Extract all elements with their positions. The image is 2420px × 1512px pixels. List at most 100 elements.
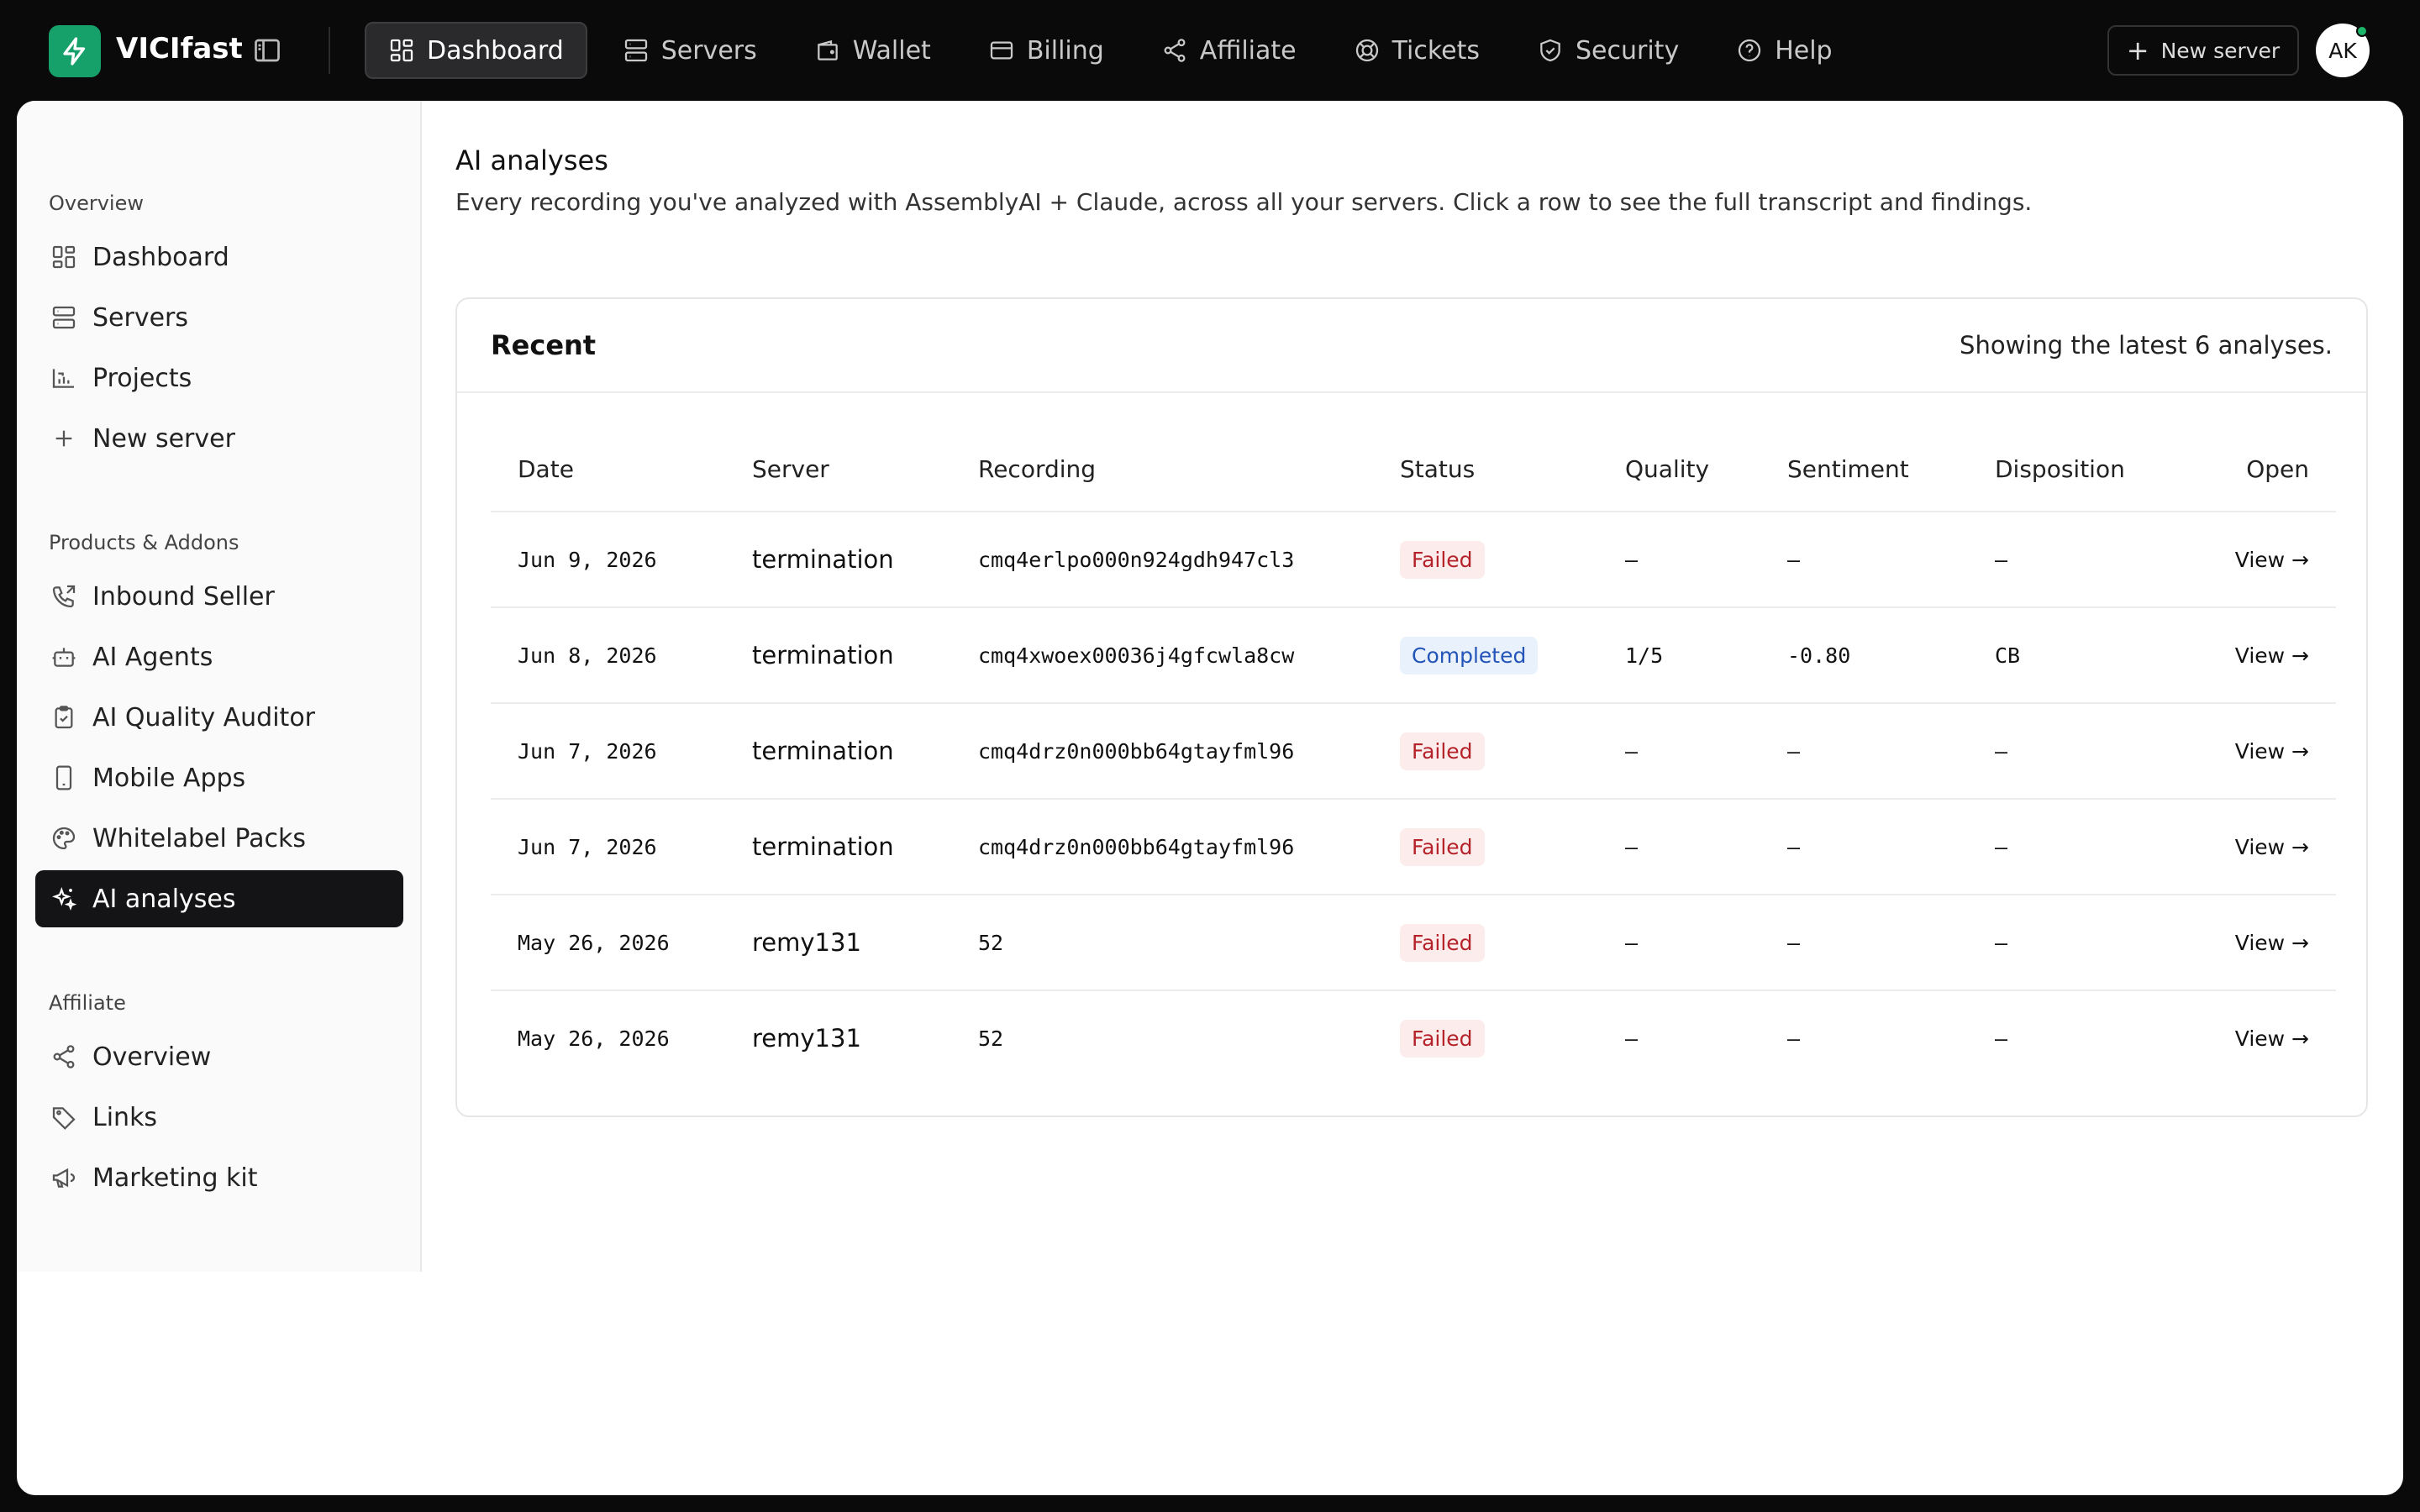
sidebar-item-label: Marketing kit [92, 1163, 258, 1193]
column-header-open: Open [2246, 455, 2309, 483]
cell-sentiment: – [1787, 834, 1801, 859]
sidebar-item-whitelabel-packs[interactable]: Whitelabel Packs [35, 810, 403, 867]
sidebar-item-ai-agents[interactable]: AI Agents [35, 628, 403, 685]
cell-date: Jun 7, 2026 [518, 738, 657, 764]
megaphone-icon [52, 1168, 76, 1188]
new-server-label: New server [2160, 38, 2281, 63]
table-row[interactable]: Jun 8, 2026 termination cmq4xwoex00036j4… [491, 608, 2336, 704]
cell-disposition: — [1995, 930, 2008, 955]
nav-label: Wallet [852, 35, 931, 66]
cell-sentiment: – [1787, 930, 1801, 955]
cell-date: Jun 7, 2026 [518, 834, 657, 859]
share-icon [53, 1045, 75, 1068]
bolt-logo-icon[interactable] [49, 25, 101, 77]
nav-affiliate[interactable]: Affiliate [1139, 22, 1318, 79]
sidebar: Overview Dashboard Servers Projects New … [17, 101, 422, 1272]
view-link[interactable]: View → [2235, 608, 2309, 702]
sidebar-item-servers[interactable]: Servers [35, 289, 403, 346]
cell-date: May 26, 2026 [518, 1026, 670, 1051]
credit-card-icon [990, 41, 1013, 60]
smartphone-icon [55, 765, 72, 790]
content-panel: Overview Dashboard Servers Projects New … [17, 101, 2403, 1495]
wallet-icon [817, 39, 838, 60]
sidebar-heading-overview: Overview [49, 192, 144, 215]
cell-server: remy131 [752, 928, 861, 957]
view-link[interactable]: View → [2235, 991, 2309, 1085]
table-row[interactable]: Jun 7, 2026 termination cmq4drz0n000bb64… [491, 800, 2336, 895]
sidebar-item-links[interactable]: Links [35, 1089, 403, 1146]
cell-recording: cmq4drz0n000bb64gtayfml96 [978, 738, 1295, 764]
tag-icon [52, 1107, 76, 1130]
nav-tickets[interactable]: Tickets [1332, 22, 1502, 79]
nav-wallet[interactable]: Wallet [792, 22, 953, 79]
column-header-quality: Quality [1625, 455, 1710, 483]
view-link[interactable]: View → [2235, 800, 2309, 894]
view-link[interactable]: View → [2235, 895, 2309, 990]
page-title: AI analyses [455, 144, 608, 176]
nav-help[interactable]: Help [1714, 22, 1854, 79]
cell-sentiment: -0.80 [1787, 643, 1851, 668]
view-link[interactable]: View → [2235, 512, 2309, 606]
sidebar-heading-affiliate: Affiliate [49, 991, 126, 1015]
cell-server: termination [752, 832, 894, 861]
table-row[interactable]: May 26, 2026 remy131 52 Failed – – — Vie… [491, 895, 2336, 991]
chart-icon [52, 369, 74, 388]
sidebar-item-affiliate-overview[interactable]: Overview [35, 1028, 403, 1085]
cell-quality: 1/5 [1625, 643, 1664, 668]
sidebar-item-mobile-apps[interactable]: Mobile Apps [35, 749, 403, 806]
status-badge: Failed [1400, 923, 1485, 962]
cell-status: Failed [1400, 800, 1485, 894]
nav-security[interactable]: Security [1515, 22, 1701, 79]
status-badge: Failed [1400, 540, 1485, 579]
sidebar-item-marketing-kit[interactable]: Marketing kit [35, 1149, 403, 1206]
nav-dashboard[interactable]: Dashboard [365, 22, 587, 79]
brand-name[interactable]: VICIfast [116, 30, 243, 67]
recent-analyses-card: Recent Showing the latest 6 analyses. Da… [455, 297, 2368, 1117]
plus-icon: + [2126, 34, 2149, 66]
help-icon [1739, 39, 1761, 62]
plus-icon [55, 430, 72, 447]
sidebar-item-label: Projects [92, 363, 192, 393]
clipboard-check-icon [55, 706, 73, 729]
status-badge: Failed [1400, 732, 1485, 770]
view-link[interactable]: View → [2235, 704, 2309, 798]
table-row[interactable]: Jun 7, 2026 termination cmq4drz0n000bb64… [491, 704, 2336, 800]
sidebar-item-label: New server [92, 423, 235, 454]
column-header-disposition: Disposition [1995, 455, 2125, 483]
sidebar-item-label: AI Quality Auditor [92, 702, 316, 732]
sidebar-item-new-server[interactable]: New server [35, 410, 403, 467]
share-icon [1164, 39, 1186, 62]
top-nav: Dashboard Servers Wallet Billing Affilia… [365, 22, 1868, 79]
card-note: Showing the latest 6 analyses. [1960, 331, 2333, 360]
column-header-server: Server [752, 455, 829, 483]
nav-servers[interactable]: Servers [601, 22, 779, 79]
nav-billing[interactable]: Billing [966, 22, 1126, 79]
new-server-button[interactable]: + New server [2107, 25, 2299, 76]
sidebar-item-dashboard[interactable]: Dashboard [35, 228, 403, 286]
avatar[interactable]: AK [2316, 24, 2370, 77]
sidebar-item-projects[interactable]: Projects [35, 349, 403, 407]
table-row[interactable]: May 26, 2026 remy131 52 Failed – – — Vie… [491, 991, 2336, 1087]
sidebar-heading-products: Products & Addons [49, 531, 239, 554]
card-title: Recent [491, 329, 597, 361]
divider [329, 27, 330, 74]
lifebuoy-icon [1355, 39, 1378, 62]
cell-status: Failed [1400, 512, 1485, 606]
cell-recording: 52 [978, 1026, 1004, 1051]
cell-date: Jun 9, 2026 [518, 547, 657, 572]
cell-status: Completed [1400, 608, 1539, 702]
cell-sentiment: – [1787, 738, 1801, 764]
sidebar-toggle-icon[interactable] [252, 35, 282, 66]
sidebar-item-ai-analyses[interactable]: AI analyses [35, 870, 403, 927]
shield-icon [1540, 39, 1560, 62]
sidebar-item-ai-quality-auditor[interactable]: AI Quality Auditor [35, 689, 403, 746]
sidebar-item-inbound-seller[interactable]: Inbound Seller [35, 568, 403, 625]
cell-disposition: — [1995, 834, 2008, 859]
sidebar-item-label: AI Agents [92, 642, 213, 672]
sidebar-item-label: Servers [92, 302, 189, 333]
nav-label: Security [1576, 35, 1680, 66]
palette-icon [52, 827, 76, 850]
table-row[interactable]: Jun 9, 2026 termination cmq4erlpo000n924… [491, 512, 2336, 608]
cell-quality: – [1625, 1026, 1639, 1051]
cell-quality: – [1625, 547, 1639, 572]
